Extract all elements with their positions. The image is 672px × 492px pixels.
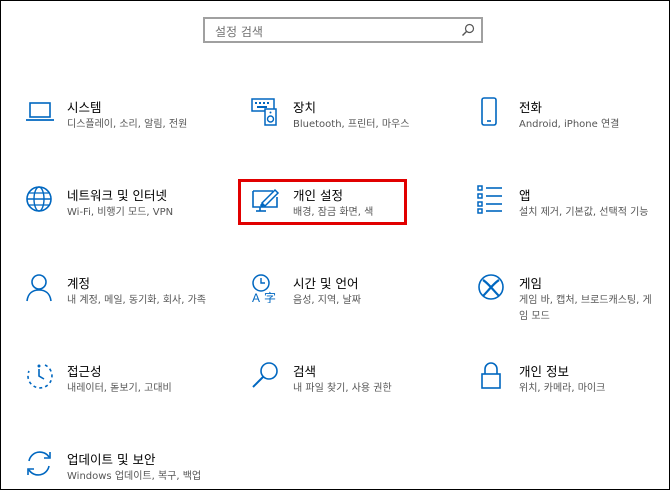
search-icon [461, 23, 475, 37]
tile-apps-title: 앱 [519, 188, 531, 203]
tile-phone-desc: Android, iPhone 연결 [519, 119, 620, 130]
ease-of-access-icon [25, 361, 55, 391]
search-magnifier-icon [251, 361, 281, 391]
personalization-highlight-box [238, 179, 407, 225]
tile-system-desc: 디스플레이, 소리, 알림, 전원 [67, 119, 188, 130]
lock-icon [477, 361, 507, 391]
tile-ease-of-access-title: 접근성 [67, 364, 102, 379]
tile-network-title: 네트워크 및 인터넷 [67, 188, 167, 203]
tile-search-title: 검색 [293, 364, 317, 379]
apps-list-icon [477, 185, 507, 215]
tile-ease-of-access-desc: 내레이터, 돋보기, 고대비 [67, 383, 172, 394]
search-placeholder: 설정 검색 [215, 25, 263, 39]
tile-devices-desc: Bluetooth, 프린터, 마우스 [293, 119, 410, 130]
time-language-icon: A字 [251, 273, 281, 303]
tile-apps-desc: 설치 제거, 기본값, 선택적 기능 [519, 207, 649, 218]
settings-window: 설정 검색 시스템 디스플레이, 소리, 알림, 전원 장치 Bluetooth… [0, 0, 670, 490]
tile-update-security-desc: Windows 업데이트, 복구, 백업 [67, 471, 202, 482]
svg-text:A: A [252, 291, 260, 303]
sync-arrows-icon [25, 449, 55, 479]
phone-icon [477, 97, 507, 127]
tile-accounts-title: 계정 [67, 276, 91, 291]
tile-phone-title: 전화 [519, 100, 543, 115]
person-icon [25, 273, 55, 303]
search-input[interactable]: 설정 검색 [203, 17, 483, 43]
tile-time-language-desc: 음성, 지역, 날짜 [293, 295, 361, 306]
tile-time-language-title: 시간 및 언어 [293, 276, 359, 291]
laptop-icon [25, 97, 55, 127]
svg-text:字: 字 [264, 290, 276, 303]
tile-search-desc: 내 파일 찾기, 사용 권한 [293, 383, 392, 394]
globe-icon [25, 185, 55, 215]
tile-network-desc: Wi-Fi, 비행기 모드, VPN [67, 207, 174, 218]
tile-gaming-desc: 게임 바, 캡처, 브로드캐스팅, 게임 모드 [519, 295, 652, 322]
tile-privacy-title: 개인 정보 [519, 364, 569, 379]
tile-privacy-desc: 위치, 카메라, 마이크 [519, 383, 606, 394]
tile-accounts-desc: 내 계정, 메일, 동기화, 회사, 가족 [67, 295, 207, 306]
keyboard-speaker-icon [251, 97, 281, 127]
xbox-icon [477, 273, 507, 303]
tile-gaming-title: 게임 [519, 276, 543, 291]
tile-devices-title: 장치 [293, 100, 317, 115]
tile-system-title: 시스템 [67, 100, 102, 115]
tile-update-security-title: 업데이트 및 보안 [67, 452, 156, 467]
